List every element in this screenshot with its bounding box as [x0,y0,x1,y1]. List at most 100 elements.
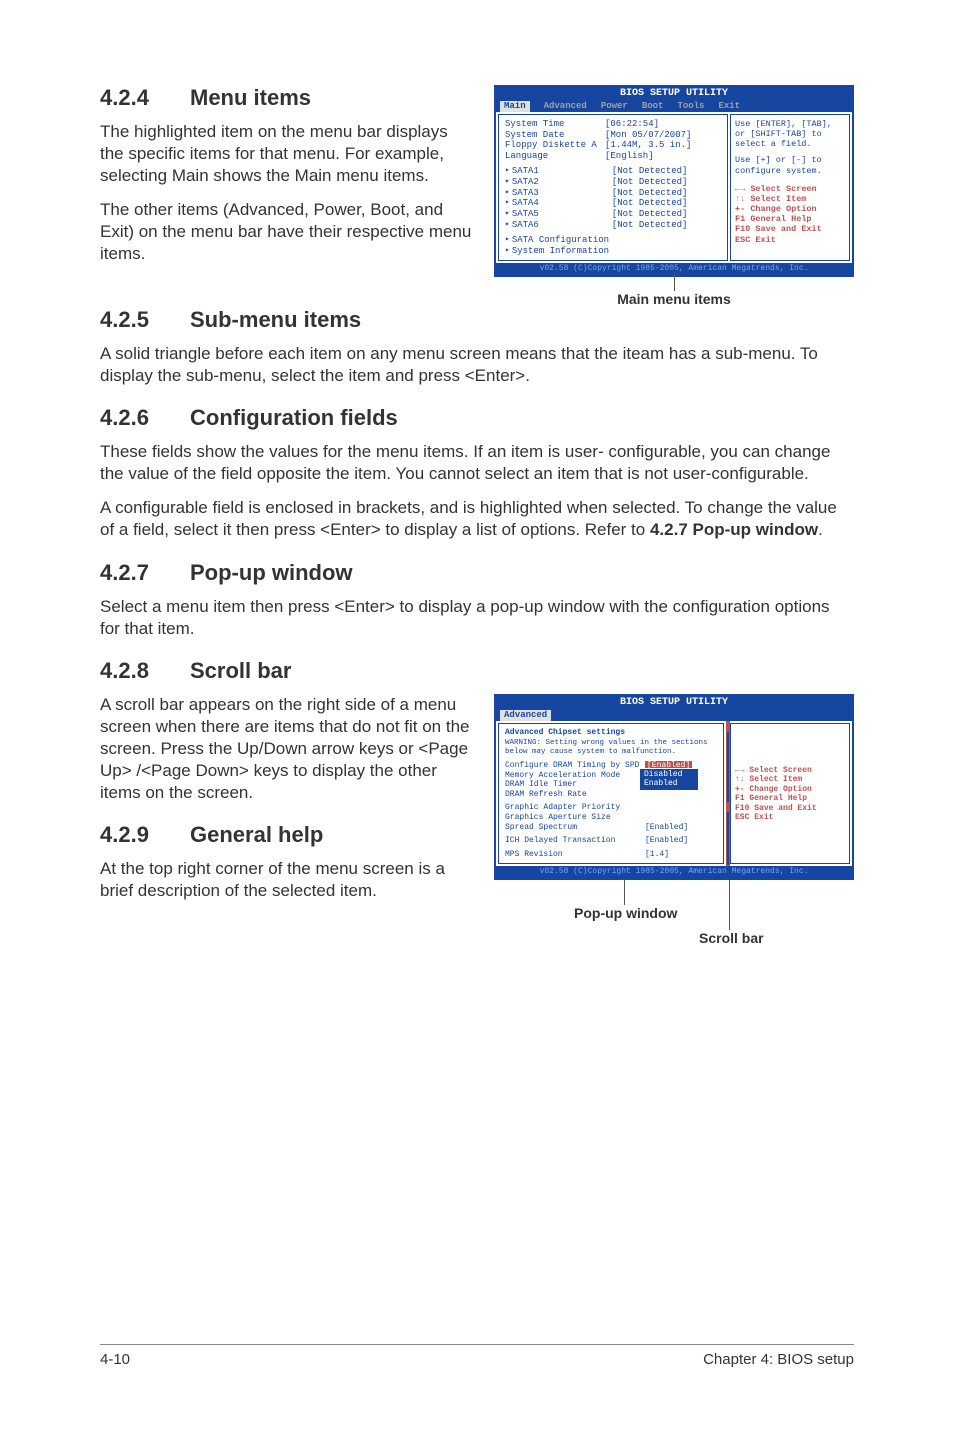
heading-426: 4.2.6Configuration fields [100,405,854,431]
bios-key-desc: General Help [750,214,811,224]
bios-field-value: [English] [605,151,654,162]
bios-scrollbar-thumb [727,802,729,812]
bios-key: ↑↓ [735,194,745,204]
bios-key-desc: Exit [754,813,773,822]
bios-subheading: Advanced Chipset settings [505,728,717,738]
callout-line [624,880,625,905]
section-num: 4.2.6 [100,405,190,431]
bios-help-panel: Use [ENTER], [TAB], or [SHIFT-TAB] to se… [730,114,850,262]
caption-main-menu-items: Main menu items [494,291,854,307]
bios-key-desc: Select Screen [750,184,816,194]
bios-field-label: DRAM Idle Timer [505,780,645,790]
bios-title: BIOS SETUP UTILITY [496,87,852,101]
bios-field-label: Memory Acceleration Mode [505,771,645,781]
bios-field-label: SATA5 [512,209,612,220]
bios-key: F1 [735,794,745,803]
bios-field-label: System Date [505,130,605,141]
section-title: Pop-up window [190,560,353,585]
bios-help-text: configure system. [735,166,845,176]
bios-key-desc: Save and Exit [755,224,821,234]
bios-field-label: SATA2 [512,177,612,188]
bios-key-desc: Change Option [749,785,811,794]
bios-field-value: [Not Detected] [612,220,688,231]
bios-key-desc: Change Option [750,204,816,214]
bios-key-desc: Select Screen [749,766,811,775]
paragraph: The highlighted item on the menu bar dis… [100,121,474,187]
bios-field-label: Graphic Adapter Priority [505,803,645,813]
section-num: 4.2.4 [100,85,190,111]
bios-popup-option: Enabled [644,779,694,789]
bios-warning: WARNING: Setting wrong values in the sec… [505,739,717,757]
bios-help-panel: ←→ Select Screen ↑↓ Select Item +- Chang… [730,723,850,865]
bios-key: ESC [735,813,749,822]
chapter-title: Chapter 4: BIOS setup [703,1351,854,1368]
bios-help-text: Use [ENTER], [TAB], [735,119,845,129]
section-title: General help [190,822,323,847]
caption-text: Main menu items [617,291,731,307]
section-title: Configuration fields [190,405,398,430]
bios-field-value: [Mon 05/07/2007] [605,130,691,141]
heading-428: 4.2.8Scroll bar [100,658,854,684]
bios-help-text: or [SHIFT-TAB] to [735,129,845,139]
bios-tabs: Advanced [496,710,852,721]
paragraph-text: . [818,520,823,539]
bios-key: F10 [735,804,749,813]
bios-field-value: [Enabled] [645,836,688,846]
section-title: Menu items [190,85,311,110]
bios-tab-advanced: Advanced [500,710,551,721]
section-num: 4.2.5 [100,307,190,333]
bios-key: +- [735,204,745,214]
section-num: 4.2.8 [100,658,190,684]
section-num: 4.2.9 [100,822,190,848]
paragraph: The other items (Advanced, Power, Boot, … [100,199,474,265]
paragraph: A configurable field is enclosed in brac… [100,497,854,541]
bios-submenu: SATA Configuration [512,235,609,246]
bios-field-label: SATA6 [512,220,612,231]
bios-tab: Power [601,101,628,112]
bios-field-label: SATA1 [512,166,612,177]
bios-key-desc: General Help [749,794,807,803]
bios-field-value: [1.4] [645,850,669,860]
paragraph: A scroll bar appears on the right side o… [100,694,474,804]
bios-screenshot-advanced: BIOS SETUP UTILITY Advanced Advanced Chi… [494,694,854,880]
bios-field-label: Graphics Aperture Size [505,813,645,823]
bios-help-text: select a field. [735,139,845,149]
bios-key: F1 [735,214,745,224]
bios-field-value: [Not Detected] [612,188,688,199]
bios-field-label: DRAM Refresh Rate [505,790,645,800]
caption-popup: Pop-up window [574,905,677,921]
bios-field-value: [Enabled] [645,823,688,833]
page-footer: 4-10 Chapter 4: BIOS setup [100,1344,854,1368]
bios-help-text: Use [+] or [-] to [735,155,845,165]
caption-scrollbar: Scroll bar [699,930,764,946]
bios-field-value: [Not Detected] [612,166,688,177]
section-title: Scroll bar [190,658,291,683]
paragraph: A solid triangle before each item on any… [100,343,854,387]
bios-field-value: [Not Detected] [612,209,688,220]
bios-tab: Advanced [544,101,587,112]
bios-screenshot-main: BIOS SETUP UTILITY Main Advanced Power B… [494,85,854,277]
bios-field-label: SATA3 [512,188,612,199]
bios-tabs: Main Advanced Power Boot Tools Exit [496,101,852,112]
paragraph: Select a menu item then press <Enter> to… [100,596,854,640]
bios-field-label: Spread Spectrum [505,823,645,833]
bios-key: F10 [735,224,750,234]
bios-left-panel: System Time[06:22:54] System Date[Mon 05… [498,114,728,262]
bios-field-value: [Not Detected] [612,198,688,209]
bios-field-value: [06:22:54] [605,119,659,130]
bios-key: ↑↓ [735,775,745,784]
bios-key-desc: Select Item [750,194,806,204]
bios-field-value: [Not Detected] [612,177,688,188]
heading-425: 4.2.5Sub-menu items [100,307,854,333]
bios-title: BIOS SETUP UTILITY [496,696,852,710]
bios-key: +- [735,785,745,794]
bios-key-desc: Select Item [749,775,802,784]
bios-popup-option: Disabled [644,770,694,780]
bios-submenu: System Information [512,246,609,257]
page-number: 4-10 [100,1351,130,1368]
paragraph: At the top right corner of the menu scre… [100,858,474,902]
bios-field-label: Floppy Diskette A [505,140,605,151]
heading-424: 4.2.4Menu items [100,85,474,111]
bios-key: ESC [735,235,750,245]
bios-tab: Boot [642,101,664,112]
